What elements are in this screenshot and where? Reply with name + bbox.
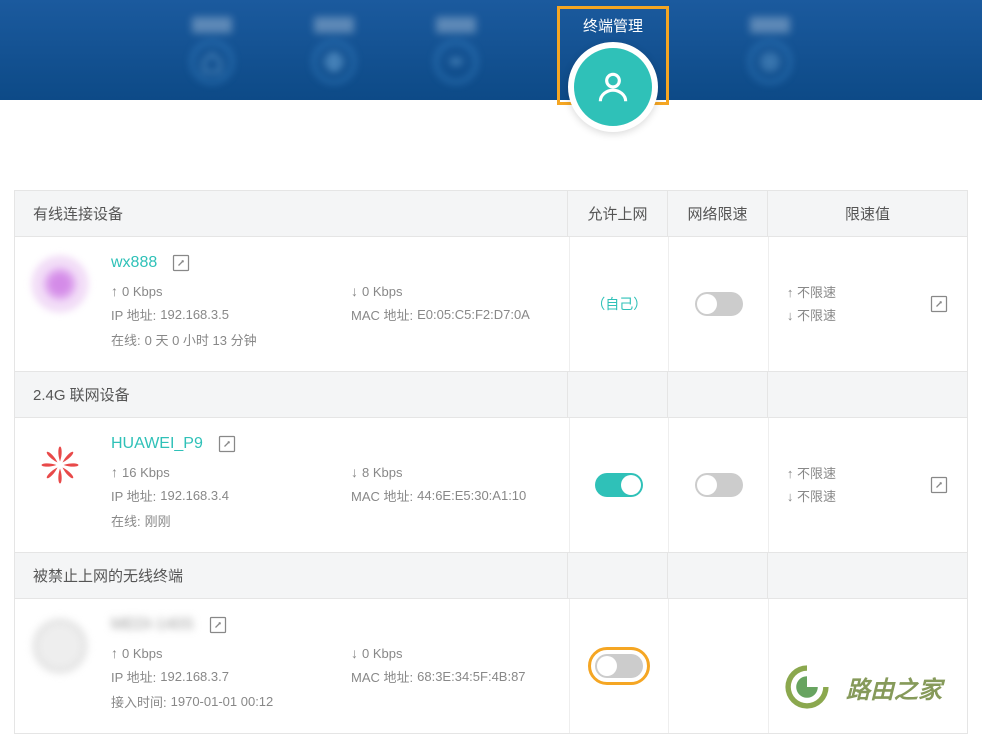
allow-internet-toggle[interactable]	[595, 473, 643, 497]
nav-active-label: 终端管理	[583, 15, 643, 36]
ip-address: 192.168.3.7	[160, 669, 229, 684]
mac-address: 68:3E:34:5F:4B:87	[417, 669, 525, 684]
cell-limit: ↑ 不限速 ↓ 不限速	[768, 418, 967, 552]
section-title: 被禁止上网的无线终端	[15, 553, 567, 598]
online-time: 刚刚	[145, 511, 171, 530]
device-name: wx888	[111, 254, 157, 272]
limit-up: 不限速	[797, 285, 836, 300]
cell-limit: ↑ 不限速 ↓ 不限速	[768, 237, 967, 371]
section-header-24g: 2.4G 联网设备	[15, 371, 967, 418]
download-speed: 0 Kbps	[362, 646, 402, 661]
device-row: wx888 ↑0 Kbps IP 地址: 192.168.3.5 在线: 0 天…	[15, 237, 967, 371]
nav-item-terminal-active[interactable]: 终端管理	[557, 6, 669, 105]
ip-address: 192.168.3.5	[160, 307, 229, 322]
cell-speed	[668, 418, 767, 552]
download-speed: 8 Kbps	[362, 465, 402, 480]
col-header-speed: 网络限速	[667, 191, 767, 236]
cell-allow	[569, 599, 668, 733]
menu-icon	[749, 41, 791, 83]
speed-limit-toggle[interactable]	[695, 473, 743, 497]
allow-internet-toggle[interactable]	[595, 654, 643, 678]
top-nav: 终端管理	[0, 0, 982, 100]
edit-limit-icon[interactable]	[929, 294, 949, 314]
arrow-down-icon: ↓	[351, 464, 358, 480]
limit-down: 不限速	[797, 489, 836, 504]
device-row: MEDI-140S ↑0 Kbps IP 地址: 192.168.3.7 接入时…	[15, 599, 967, 733]
online-time: 0 天 0 小时 13 分钟	[145, 330, 257, 349]
section-header-blocked: 被禁止上网的无线终端	[15, 552, 967, 599]
arrow-down-icon: ↓	[351, 283, 358, 299]
limit-up: 不限速	[797, 466, 836, 481]
device-name: HUAWEI_P9	[111, 435, 203, 453]
globe-icon	[313, 41, 355, 83]
col-header-allow: 允许上网	[567, 191, 667, 236]
upload-speed: 0 Kbps	[122, 284, 162, 299]
limit-down: 不限速	[797, 308, 836, 323]
cell-speed	[668, 599, 767, 733]
self-label: （自己）	[591, 294, 647, 314]
nav-item-2[interactable]	[313, 17, 355, 83]
edit-icon[interactable]	[208, 615, 228, 635]
cell-allow: （自己）	[569, 237, 668, 371]
section-title: 有线连接设备	[15, 191, 567, 236]
edit-icon[interactable]	[171, 253, 191, 273]
download-speed: 0 Kbps	[362, 284, 402, 299]
nav-item-home[interactable]	[191, 17, 233, 83]
device-name: MEDI-140S	[111, 616, 194, 634]
upload-speed: 16 Kbps	[122, 465, 170, 480]
device-icon	[33, 619, 87, 673]
mac-address: E0:05:C5:F2:D7:0A	[417, 307, 530, 322]
cell-speed	[668, 237, 767, 371]
mac-address: 44:6E:E5:30:A1:10	[417, 488, 526, 503]
device-row: HUAWEI_P9 ↑16 Kbps IP 地址: 192.168.3.4 在线…	[15, 418, 967, 552]
home-icon	[191, 41, 233, 83]
edit-limit-icon[interactable]	[929, 475, 949, 495]
upload-speed: 0 Kbps	[122, 646, 162, 661]
huawei-logo-icon	[33, 438, 87, 492]
speed-limit-toggle[interactable]	[695, 292, 743, 316]
connect-time: 1970-01-01 00:12	[171, 694, 274, 709]
nav-item-3[interactable]	[435, 17, 477, 83]
cell-limit	[768, 599, 967, 733]
col-header-limit: 限速值	[767, 191, 967, 236]
arrow-up-icon: ↑	[111, 645, 118, 661]
wifi-icon	[435, 41, 477, 83]
section-title: 2.4G 联网设备	[15, 372, 567, 417]
person-icon	[568, 42, 658, 132]
arrow-up-icon: ↑	[111, 283, 118, 299]
device-panel: 有线连接设备 允许上网 网络限速 限速值 wx888 ↑0 Kbps IP 地址…	[14, 190, 968, 734]
arrow-down-icon: ↓	[351, 645, 358, 661]
nav-item-5[interactable]	[749, 17, 791, 83]
ip-address: 192.168.3.4	[160, 488, 229, 503]
cell-allow	[569, 418, 668, 552]
edit-icon[interactable]	[217, 434, 237, 454]
device-icon	[33, 257, 87, 311]
section-header-wired: 有线连接设备 允许上网 网络限速 限速值	[15, 190, 967, 237]
arrow-up-icon: ↑	[111, 464, 118, 480]
